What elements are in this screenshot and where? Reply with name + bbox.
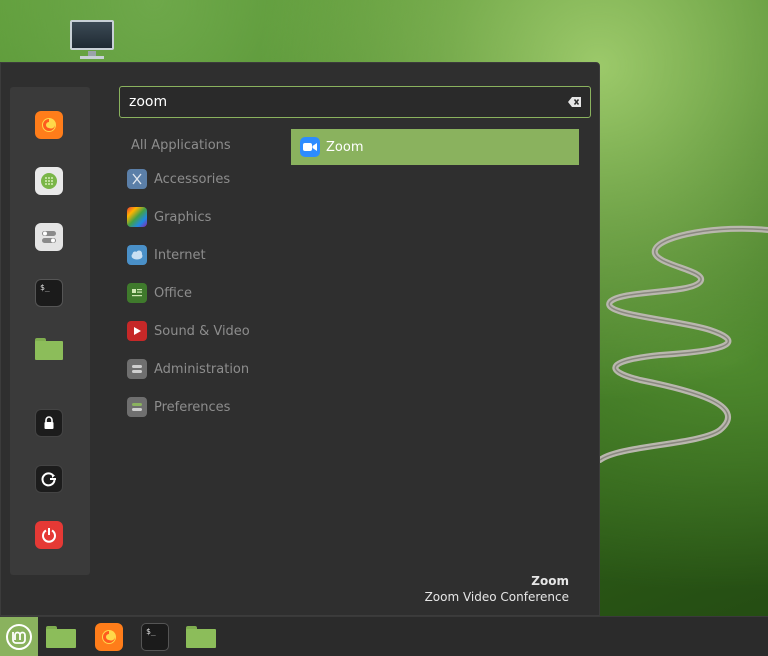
description-subtitle: Zoom Video Conference xyxy=(424,590,569,604)
firefox-icon xyxy=(95,623,123,651)
panel-folder-button[interactable] xyxy=(46,623,76,651)
mint-logo-icon xyxy=(6,624,32,650)
preferences-icon xyxy=(127,397,147,417)
description-title: Zoom xyxy=(531,574,569,588)
category-office[interactable]: Office xyxy=(127,281,192,305)
firefox-icon[interactable] xyxy=(35,111,63,139)
category-all-applications[interactable]: All Applications xyxy=(131,133,231,157)
mint-menu-button[interactable] xyxy=(0,617,38,656)
office-icon xyxy=(127,283,147,303)
category-preferences[interactable]: Preferences xyxy=(127,395,230,419)
settings-icon[interactable] xyxy=(35,223,63,251)
application-menu: $_ All Applications xyxy=(0,62,600,616)
internet-icon xyxy=(127,245,147,265)
terminal-icon[interactable]: $_ xyxy=(35,279,63,307)
logout-icon[interactable] xyxy=(35,465,63,493)
software-manager-icon[interactable] xyxy=(35,167,63,195)
power-icon[interactable] xyxy=(35,521,63,549)
category-administration[interactable]: Administration xyxy=(127,357,249,381)
graphics-icon xyxy=(127,207,147,227)
wallpaper-road xyxy=(600,225,768,463)
administration-icon xyxy=(127,359,147,379)
clear-search-icon[interactable] xyxy=(568,95,582,109)
terminal-icon: $_ xyxy=(141,623,169,651)
lock-screen-icon[interactable] xyxy=(35,409,63,437)
category-accessories[interactable]: Accessories xyxy=(127,167,230,191)
panel-firefox-button[interactable] xyxy=(94,623,124,651)
favorites-sidebar: $_ xyxy=(10,87,90,575)
panel-terminal-button[interactable]: $_ xyxy=(140,623,170,651)
search-field[interactable] xyxy=(119,86,591,118)
result-item-zoom[interactable]: Zoom xyxy=(291,129,579,165)
app-description: Zoom Zoom Video Conference xyxy=(425,573,569,605)
taskbar-panel: $_ xyxy=(0,616,768,656)
folder-icon xyxy=(46,626,76,648)
files-folder-icon[interactable] xyxy=(35,335,63,363)
panel-files-button[interactable] xyxy=(186,623,216,651)
zoom-icon xyxy=(300,137,320,157)
sound-video-icon xyxy=(127,321,147,341)
accessories-icon xyxy=(127,169,147,189)
category-graphics[interactable]: Graphics xyxy=(127,205,211,229)
computer-desktop-icon[interactable] xyxy=(68,18,116,60)
folder-icon xyxy=(186,626,216,648)
category-internet[interactable]: Internet xyxy=(127,243,206,267)
search-input[interactable] xyxy=(120,87,590,117)
category-sound-video[interactable]: Sound & Video xyxy=(127,319,250,343)
